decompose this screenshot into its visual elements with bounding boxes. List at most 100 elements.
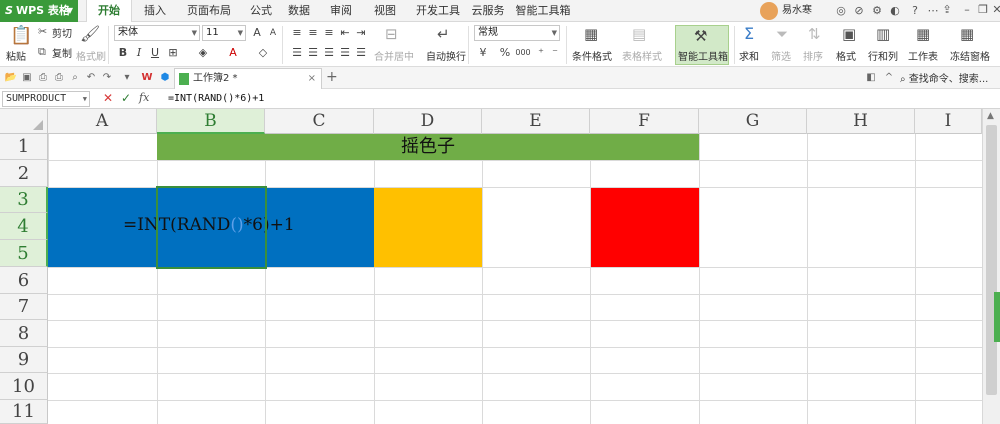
paste-icon[interactable]: 📋: [10, 25, 32, 46]
side-panel-handle[interactable]: [994, 292, 1000, 342]
restore-icon[interactable]: ❐: [976, 3, 990, 17]
underline-icon[interactable]: U: [148, 46, 162, 60]
close-icon[interactable]: ✕: [990, 3, 1000, 17]
scrollbar-thumb[interactable]: [986, 125, 997, 395]
row-header-11[interactable]: 11: [0, 400, 48, 424]
preview-icon[interactable]: ⌕: [68, 71, 82, 85]
grow-font-icon[interactable]: A: [250, 26, 264, 40]
align-bottom-icon[interactable]: ≡: [322, 26, 336, 40]
filter-button[interactable]: 筛选: [771, 48, 791, 63]
column-header-b[interactable]: B: [157, 109, 265, 134]
number-format-select[interactable]: 常规 ▼: [474, 25, 560, 41]
indent-increase-icon[interactable]: ⇥: [354, 26, 368, 40]
row-header-7[interactable]: 7: [0, 294, 48, 320]
align-right-icon[interactable]: ☰: [322, 46, 336, 60]
column-header-e[interactable]: E: [482, 109, 590, 134]
sync-icon[interactable]: ◐: [888, 4, 902, 18]
smart-toolbox-button[interactable]: ⚒ 智能工具箱: [675, 25, 729, 65]
command-search[interactable]: ⌕ 查找命令、搜索...: [900, 70, 988, 85]
tab-insert[interactable]: 插入: [136, 0, 174, 22]
red-cell[interactable]: [590, 187, 699, 267]
open-icon[interactable]: 📂: [4, 71, 18, 85]
column-header-f[interactable]: F: [590, 109, 699, 134]
help-icon[interactable]: ?: [908, 4, 922, 18]
formula-merged-cell[interactable]: =INT(RAND()*6)+1: [48, 187, 374, 267]
clear-format-icon[interactable]: ◇: [256, 46, 270, 60]
export-icon[interactable]: ⎙: [36, 71, 50, 85]
tab-developer[interactable]: 开发工具: [410, 0, 466, 22]
sum-button[interactable]: 求和: [739, 48, 759, 63]
column-header-a[interactable]: A: [48, 109, 157, 134]
message-icon[interactable]: ◧: [864, 71, 878, 85]
font-family-select[interactable]: 宋体 ▼: [114, 25, 200, 41]
upload-icon[interactable]: ⇪: [940, 3, 954, 17]
tab-data[interactable]: 数据: [280, 0, 318, 22]
justify-icon[interactable]: ☰: [338, 46, 352, 60]
column-header-d[interactable]: D: [374, 109, 482, 134]
print-icon[interactable]: ⎙: [52, 71, 66, 85]
align-middle-icon[interactable]: ≡: [306, 26, 320, 40]
name-box[interactable]: SUMPRODUCT ▼: [2, 91, 90, 107]
worksheet-button[interactable]: 工作表: [908, 48, 938, 63]
column-header-g[interactable]: G: [699, 109, 807, 134]
increase-decimal-icon[interactable]: ⁺: [534, 46, 548, 60]
fill-color-icon[interactable]: ◈: [196, 46, 210, 60]
avatar[interactable]: [760, 2, 778, 20]
decrease-decimal-icon[interactable]: ⁻: [548, 46, 562, 60]
font-color-icon[interactable]: A: [226, 46, 240, 60]
conditional-format-button[interactable]: 条件格式: [572, 48, 612, 63]
insert-function-icon[interactable]: fx: [139, 91, 149, 104]
share-icon[interactable]: ⊘: [852, 4, 866, 18]
thousands-button[interactable]: 000: [514, 46, 532, 60]
cube-icon[interactable]: ⬢: [158, 71, 172, 85]
indent-decrease-icon[interactable]: ⇤: [338, 26, 352, 40]
align-left-icon[interactable]: ☰: [290, 46, 304, 60]
more-icon[interactable]: ⋯: [926, 4, 940, 18]
format-button[interactable]: 格式: [836, 48, 856, 63]
scroll-up-icon[interactable]: ▲: [987, 111, 994, 121]
row-header-10[interactable]: 10: [0, 373, 48, 400]
add-tab-icon[interactable]: +: [326, 69, 338, 85]
row-header-4[interactable]: 4: [0, 213, 48, 240]
row-col-button[interactable]: 行和列: [868, 48, 898, 63]
copy-button[interactable]: 复制: [52, 45, 72, 60]
yellow-cell[interactable]: [374, 187, 482, 267]
align-center-icon[interactable]: ☰: [306, 46, 320, 60]
row-header-1[interactable]: 1: [0, 134, 48, 160]
italic-icon[interactable]: I: [132, 46, 146, 60]
table-style-button[interactable]: 表格样式: [622, 48, 662, 63]
cut-button[interactable]: 剪切: [52, 25, 72, 40]
tab-review[interactable]: 审阅: [322, 0, 360, 22]
tab-smart-toolbox[interactable]: 智能工具箱: [510, 0, 576, 22]
row-header-6[interactable]: 6: [0, 267, 48, 294]
wps-cloud-icon[interactable]: W: [140, 71, 154, 85]
freeze-panes-button[interactable]: 冻结窗格: [950, 48, 990, 63]
align-top-icon[interactable]: ≡: [290, 26, 304, 40]
title-merged-cell[interactable]: 摇色子: [157, 134, 699, 160]
tab-cloud[interactable]: 云服务: [466, 0, 510, 22]
row-header-9[interactable]: 9: [0, 347, 48, 373]
redo-icon[interactable]: ↷: [100, 71, 114, 85]
column-header-h[interactable]: H: [807, 109, 915, 134]
wrap-text-button[interactable]: 自动换行: [426, 48, 466, 63]
column-header-c[interactable]: C: [265, 109, 374, 134]
chevron-down-icon[interactable]: ▾: [120, 71, 134, 85]
undo-icon[interactable]: ↶: [84, 71, 98, 85]
vertical-scrollbar[interactable]: ▲: [982, 109, 1000, 424]
row-header-8[interactable]: 8: [0, 320, 48, 347]
row-header-3[interactable]: 3: [0, 187, 48, 213]
app-menu-button[interactable]: S WPS 表格 ▼: [0, 0, 78, 22]
gear-icon[interactable]: ⚙: [870, 4, 884, 18]
border-icon[interactable]: ⊞: [166, 46, 180, 60]
tab-page-layout[interactable]: 页面布局: [178, 0, 240, 22]
shrink-font-icon[interactable]: A: [266, 26, 280, 40]
document-tab[interactable]: 工作簿2 * ×: [174, 68, 322, 89]
confirm-formula-icon[interactable]: ✓: [121, 91, 131, 105]
row-header-2[interactable]: 2: [0, 160, 48, 187]
brush-icon[interactable]: 🖌: [80, 24, 100, 43]
close-tab-icon[interactable]: ×: [308, 69, 316, 89]
collapse-ribbon-icon[interactable]: ^: [882, 71, 896, 85]
font-size-select[interactable]: 11 ▼: [202, 25, 246, 41]
percent-button[interactable]: %: [498, 46, 512, 60]
tab-view[interactable]: 视图: [366, 0, 404, 22]
